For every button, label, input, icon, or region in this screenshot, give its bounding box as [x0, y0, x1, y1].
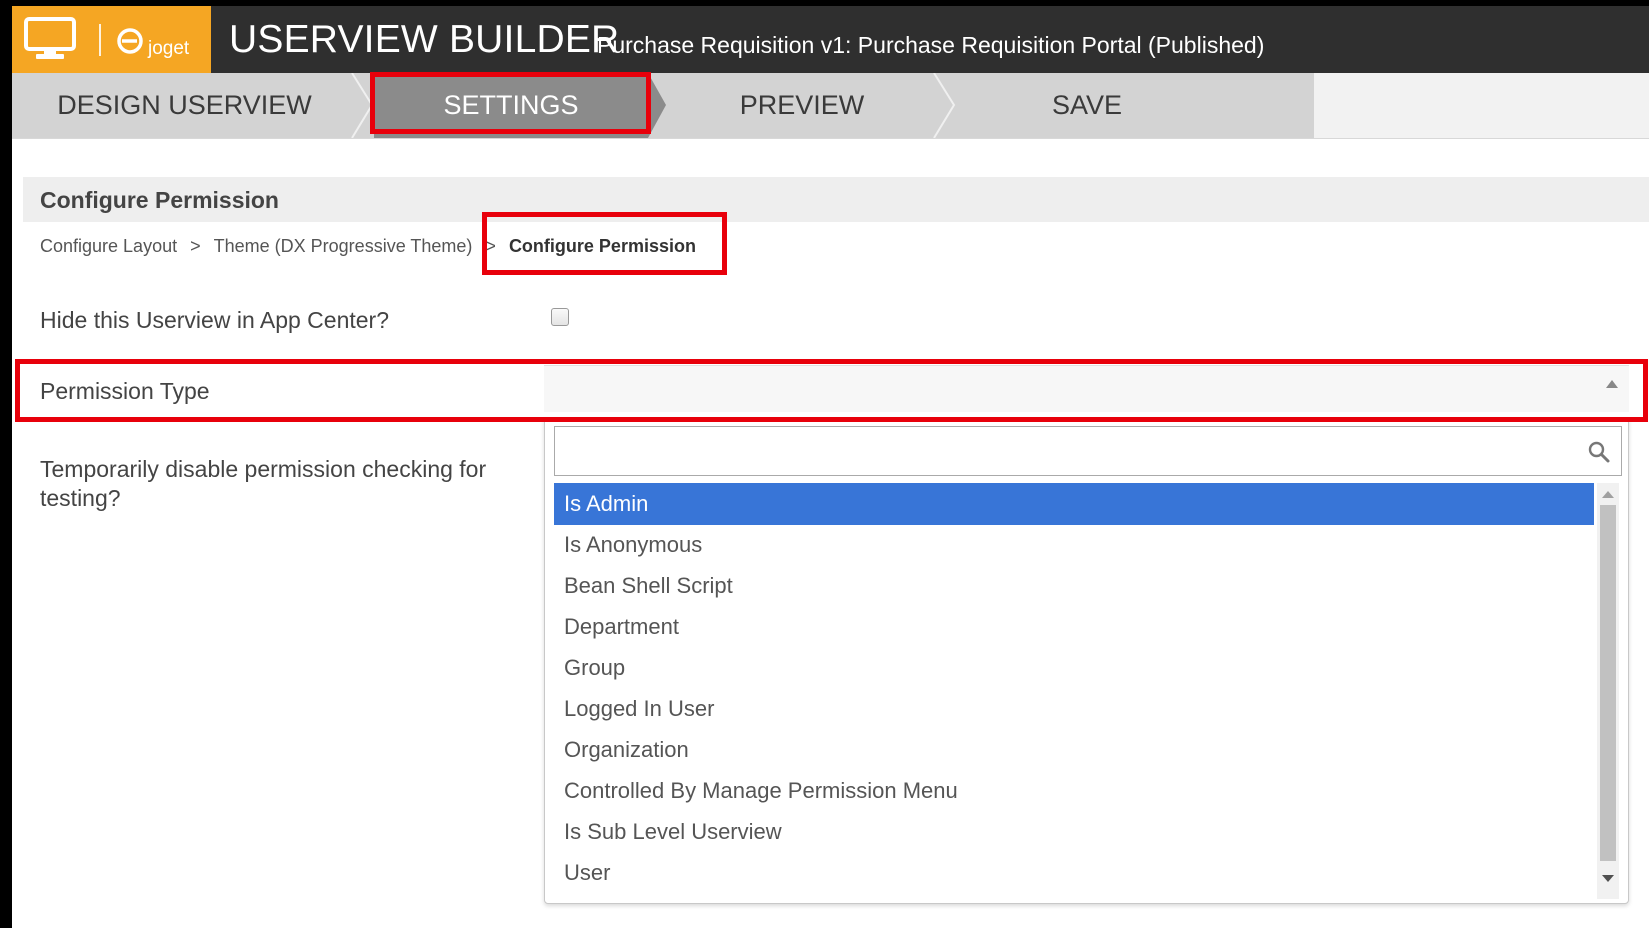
dropdown-option-organization[interactable]: Organization: [554, 729, 1594, 771]
screenshot-frame-left: [0, 0, 12, 928]
app-subtitle: Purchase Requisition v1: Purchase Requis…: [597, 32, 1265, 58]
breadcrumb-item[interactable]: Configure Layout: [40, 236, 177, 257]
dropdown-option-bean-shell-script[interactable]: Bean Shell Script: [554, 565, 1594, 607]
chevron-up-icon: [1606, 380, 1618, 388]
dropdown-option-is-admin[interactable]: Is Admin: [554, 483, 1594, 525]
breadcrumb-separator: >: [485, 236, 496, 256]
dropdown-option-is-sub-level-userview[interactable]: Is Sub Level Userview: [554, 811, 1594, 853]
breadcrumb-separator: >: [190, 236, 201, 256]
breadcrumb: Configure Layout > Theme (DX Progressive…: [40, 236, 696, 257]
builder-tabbar: DESIGN USERVIEW SETTINGS PREVIEW SAVE: [12, 73, 1649, 139]
section-title: Configure Permission: [40, 187, 279, 213]
permission-type-select[interactable]: [544, 365, 1629, 412]
dropdown-search: [554, 426, 1622, 476]
logo-separator: [99, 24, 101, 56]
logo-text: joget: [147, 38, 190, 59]
scroll-down-arrow-icon[interactable]: [1602, 875, 1614, 882]
app-header: joget USERVIEW BUILDER Purchase Requisit…: [12, 6, 1649, 73]
scrollbar-thumb[interactable]: [1600, 505, 1616, 861]
tab-design-userview[interactable]: DESIGN USERVIEW: [12, 73, 357, 138]
permission-type-dropdown: Is Admin Is Anonymous Bean Shell Script …: [544, 418, 1629, 904]
app-title: USERVIEW BUILDER: [229, 18, 620, 61]
scroll-up-arrow-icon[interactable]: [1602, 491, 1614, 498]
search-icon: [1588, 441, 1610, 463]
breadcrumb-current: Configure Permission: [508, 236, 696, 256]
tab-divider: [933, 73, 956, 138]
dropdown-option-group[interactable]: Group: [554, 647, 1594, 689]
section-header: Configure Permission: [23, 177, 1649, 222]
tab-preview[interactable]: PREVIEW: [672, 73, 932, 138]
breadcrumb-item[interactable]: Theme (DX Progressive Theme): [214, 236, 473, 257]
monitor-icon: [24, 17, 76, 59]
joget-logo-icon: joget: [117, 28, 190, 59]
dropdown-search-input[interactable]: [555, 427, 1585, 475]
dropdown-options: Is Admin Is Anonymous Bean Shell Script …: [554, 483, 1594, 899]
hide-userview-checkbox[interactable]: [551, 308, 569, 326]
hide-userview-label: Hide this Userview in App Center?: [40, 307, 389, 333]
tab-save[interactable]: SAVE: [962, 73, 1212, 138]
dropdown-option-controlled-by-manage-permission-menu[interactable]: Controlled By Manage Permission Menu: [554, 770, 1594, 812]
dropdown-option-is-anonymous[interactable]: Is Anonymous: [554, 524, 1594, 566]
tab-settings[interactable]: SETTINGS: [374, 73, 648, 138]
dropdown-option-logged-in-user[interactable]: Logged In User: [554, 688, 1594, 730]
dropdown-option-department[interactable]: Department: [554, 606, 1594, 648]
logo-area[interactable]: joget: [12, 6, 211, 73]
permission-type-label: Permission Type: [40, 378, 210, 404]
disable-permission-label: Temporarily disable permission checking …: [40, 456, 487, 511]
dropdown-option-user[interactable]: User: [554, 852, 1594, 894]
dropdown-scrollbar[interactable]: [1597, 483, 1619, 899]
